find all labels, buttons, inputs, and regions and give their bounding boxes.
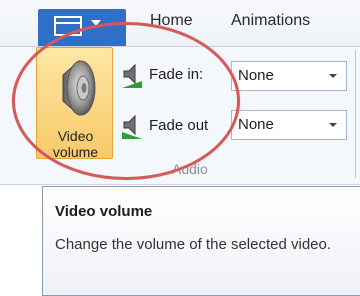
tooltip: Video volume Change the volume of the se…: [42, 186, 360, 296]
fade-out-value: None: [238, 116, 274, 133]
fade-out-dropdown[interactable]: None: [231, 110, 347, 140]
chevron-down-icon: [329, 123, 337, 127]
fade-in-dropdown[interactable]: None: [231, 61, 347, 91]
group-separator: [355, 50, 356, 178]
fade-in-value: None: [238, 67, 274, 84]
highlight-oval: [12, 22, 240, 180]
tab-animations[interactable]: Animations: [231, 12, 310, 30]
tooltip-title: Video volume: [55, 203, 153, 220]
tooltip-body: Change the volume of the selected video.: [55, 236, 332, 253]
chevron-down-icon: [329, 74, 337, 78]
